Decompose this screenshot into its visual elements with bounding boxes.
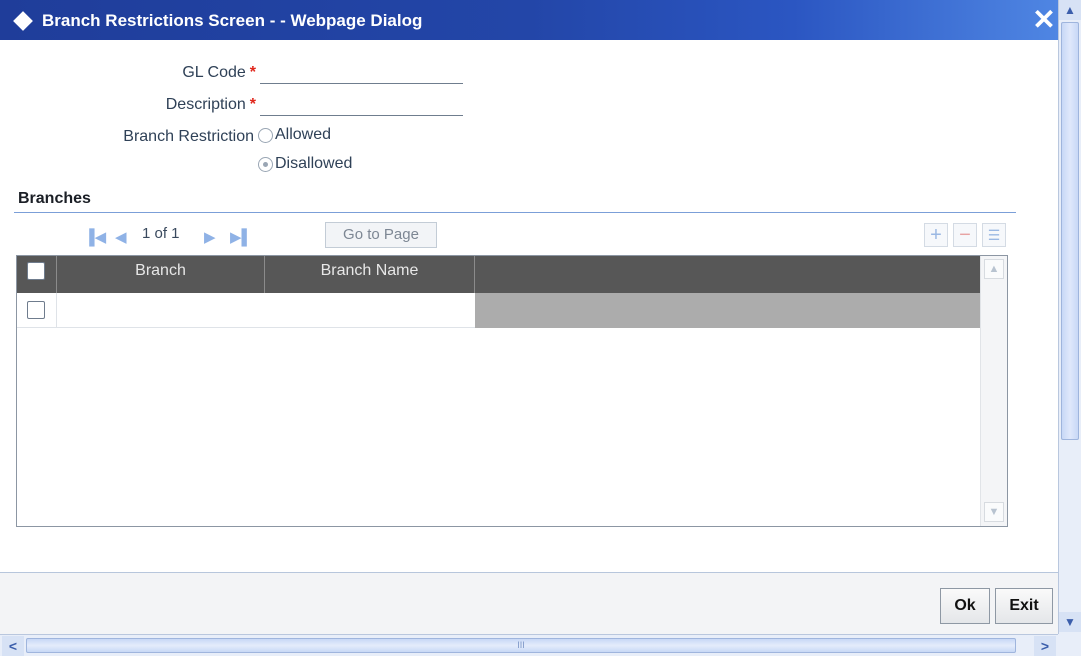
grid-header: Branch Branch Name bbox=[17, 256, 980, 293]
radio-button-selected[interactable] bbox=[258, 156, 273, 172]
column-header-branch[interactable]: Branch bbox=[57, 256, 265, 293]
scroll-left-icon[interactable]: < bbox=[2, 636, 24, 656]
footer-bar bbox=[0, 573, 1058, 634]
delete-row-icon[interactable]: − bbox=[953, 223, 977, 247]
section-divider bbox=[14, 212, 1016, 213]
gl-code-input[interactable] bbox=[260, 62, 463, 84]
table-row-filler bbox=[475, 293, 980, 328]
next-page-icon[interactable]: ▶ bbox=[204, 228, 216, 246]
branch-cell[interactable] bbox=[57, 293, 475, 328]
title-bar: Branch Restrictions Screen - - Webpage D… bbox=[0, 0, 1058, 40]
scroll-down-icon[interactable]: ▼ bbox=[1059, 612, 1081, 632]
branches-grid: Branch Branch Name ▲ ▼ bbox=[16, 255, 1008, 527]
horizontal-scroll-thumb[interactable]: III bbox=[26, 638, 1016, 653]
gl-code-label: GL Code * bbox=[182, 64, 256, 81]
required-mark: * bbox=[249, 64, 256, 81]
radio-disallowed-label: Disallowed bbox=[275, 155, 353, 172]
grid-scrollbar[interactable]: ▲ ▼ bbox=[980, 256, 1007, 526]
page-indicator: 1 of 1 bbox=[142, 225, 180, 242]
description-label: Description * bbox=[165, 96, 256, 113]
first-page-icon[interactable]: ▐◀ bbox=[84, 228, 106, 246]
view-row-icon[interactable]: ☰ bbox=[982, 223, 1006, 247]
required-mark: * bbox=[249, 96, 256, 113]
branches-section-title: Branches bbox=[18, 190, 91, 207]
window-title: Branch Restrictions Screen - - Webpage D… bbox=[42, 11, 423, 30]
description-input[interactable] bbox=[260, 94, 463, 116]
grid-scroll-down-icon[interactable]: ▼ bbox=[984, 502, 1004, 522]
vertical-scroll-thumb[interactable] bbox=[1061, 22, 1079, 440]
radio-allowed[interactable]: Allowed bbox=[258, 126, 331, 144]
radio-allowed-label: Allowed bbox=[275, 126, 332, 143]
last-page-icon[interactable]: ▶▌ bbox=[230, 228, 252, 246]
branch-restriction-label: Branch Restriction bbox=[123, 128, 254, 145]
grid-scroll-up-icon[interactable]: ▲ bbox=[984, 259, 1004, 279]
close-icon[interactable]: ✕ bbox=[1030, 4, 1058, 36]
radio-disallowed[interactable]: Disallowed bbox=[258, 155, 352, 173]
scroll-right-icon[interactable]: > bbox=[1034, 636, 1056, 656]
radio-button[interactable] bbox=[258, 127, 273, 143]
exit-button[interactable]: Exit bbox=[995, 588, 1053, 624]
scrollbar-corner bbox=[1058, 634, 1081, 656]
vertical-scrollbar[interactable]: ▲ ▼ bbox=[1058, 0, 1081, 634]
checkbox-column-header bbox=[17, 256, 57, 293]
go-to-page-button[interactable]: Go to Page bbox=[325, 222, 437, 248]
scroll-up-icon[interactable]: ▲ bbox=[1059, 0, 1081, 20]
horizontal-scrollbar[interactable]: < III > bbox=[0, 634, 1058, 656]
add-row-icon[interactable]: + bbox=[924, 223, 948, 247]
previous-page-icon[interactable]: ◀ bbox=[115, 228, 127, 246]
column-header-branch-name[interactable]: Branch Name bbox=[265, 256, 475, 293]
app-diamond-icon bbox=[13, 11, 33, 31]
row-checkbox-cell bbox=[17, 293, 57, 328]
ok-button[interactable]: Ok bbox=[940, 588, 990, 624]
